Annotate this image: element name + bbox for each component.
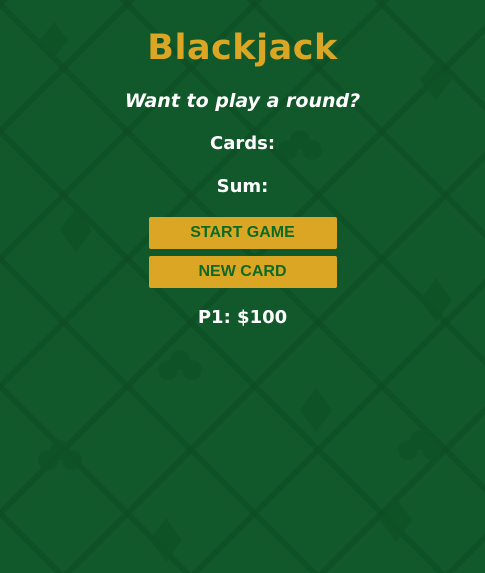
new-card-button[interactable]: NEW CARD [148,256,337,288]
cards-label: Cards: [209,133,276,154]
game-title: Blackjack [147,28,338,68]
player-info: P1: $100 [197,307,288,328]
sum-label: Sum: [216,176,269,197]
message-text: Want to play a round? [124,90,361,112]
start-game-button[interactable]: START GAME [148,217,337,249]
game-panel: Blackjack Want to play a round? Cards: S… [0,0,485,330]
